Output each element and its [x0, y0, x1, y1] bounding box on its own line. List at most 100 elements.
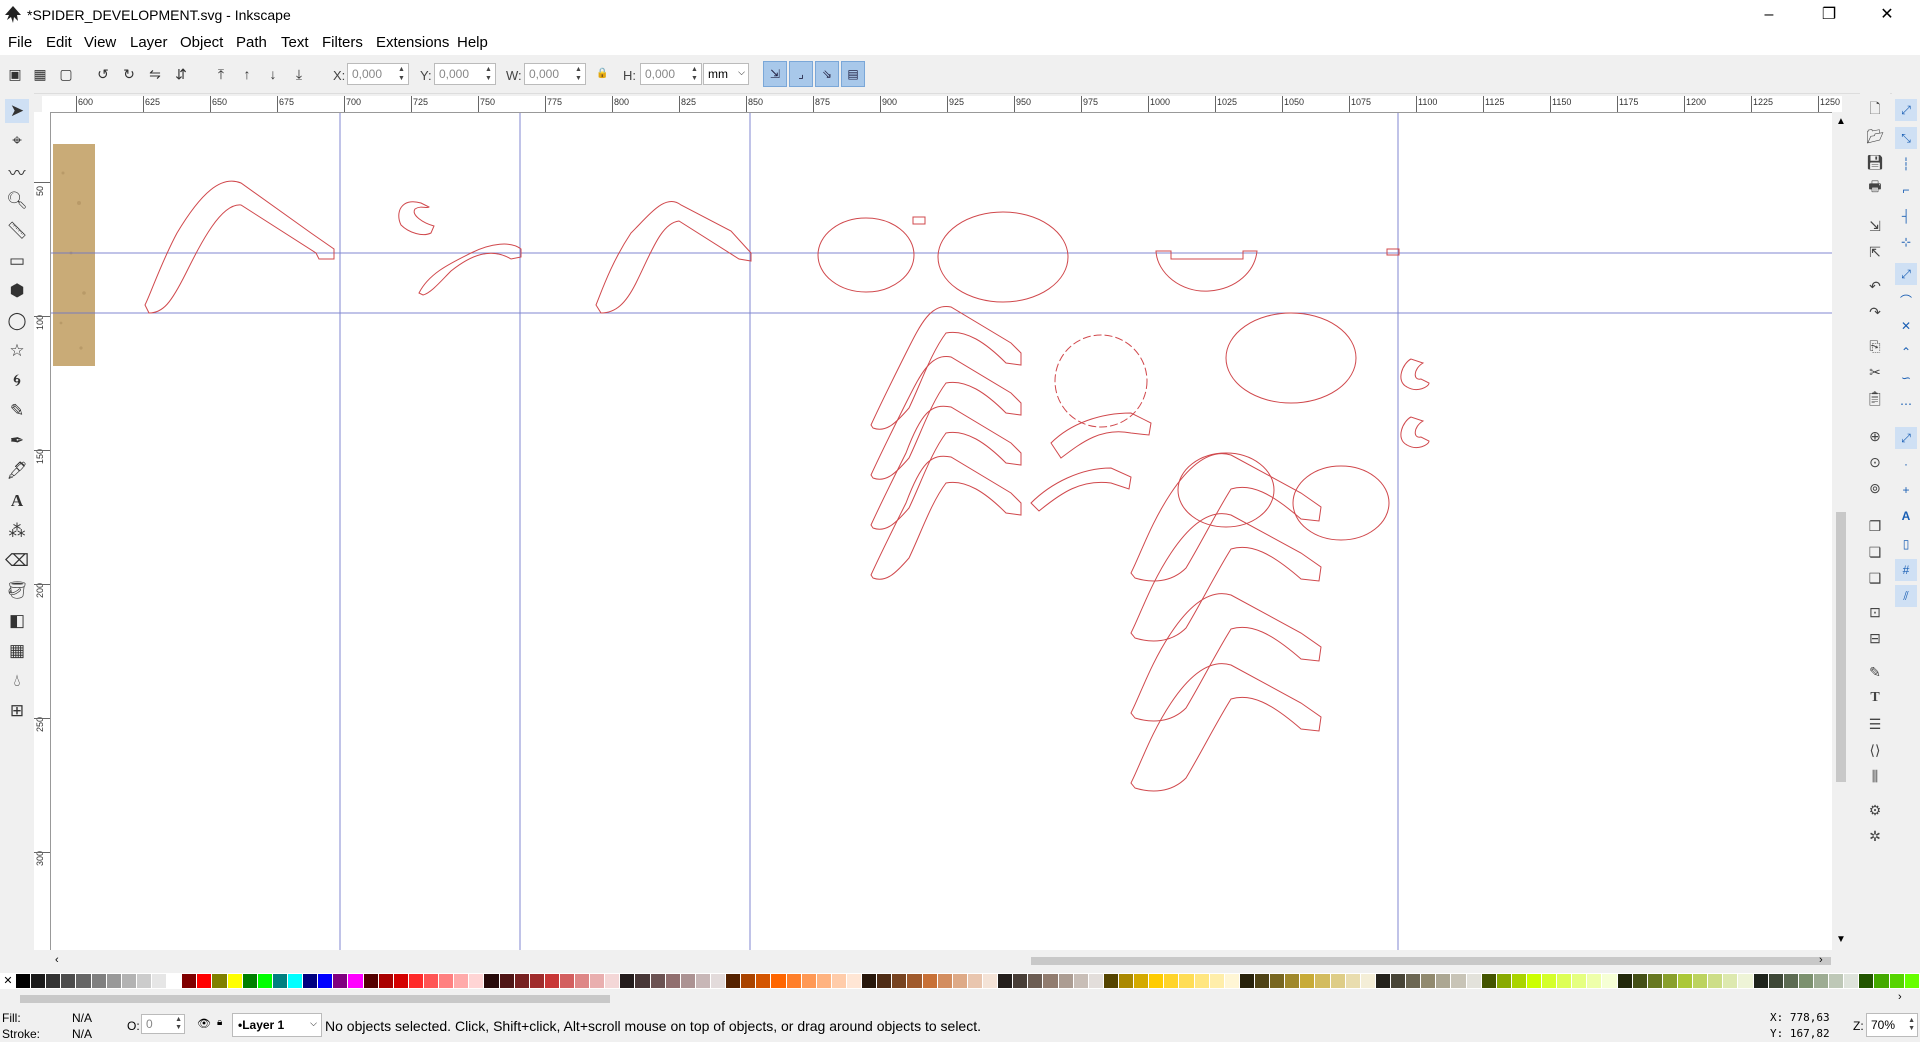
menu-extensions[interactable]: Extensions [376, 34, 449, 51]
color-swatch[interactable] [922, 974, 938, 988]
color-swatch[interactable] [1194, 974, 1210, 988]
color-swatch[interactable] [1587, 974, 1603, 988]
snap-intersection-icon[interactable]: ✕ [1895, 315, 1917, 337]
color-swatch[interactable] [680, 974, 696, 988]
snap-bbox-edge-icon[interactable]: ┆ [1895, 153, 1917, 175]
unit-select[interactable]: mm ⌵ [703, 63, 749, 85]
color-swatch[interactable] [1390, 974, 1407, 988]
color-swatch[interactable] [877, 974, 893, 988]
color-swatch[interactable] [1904, 974, 1920, 988]
drawing-canvas[interactable] [51, 113, 1832, 950]
snap-rotation-center-icon[interactable]: + [1895, 479, 1917, 501]
color-swatch[interactable] [1526, 974, 1543, 988]
color-swatch[interactable] [726, 974, 742, 988]
dropper-tool-icon[interactable]: 💧︎ [5, 669, 29, 693]
color-swatch[interactable] [514, 974, 530, 988]
raise-to-top-icon[interactable]: ⤒ [210, 63, 232, 85]
eraser-tool-icon[interactable]: ⌫ [5, 549, 29, 573]
scale-stroke-button[interactable]: ⇲ [763, 61, 787, 87]
color-swatch[interactable] [1254, 974, 1271, 988]
horizontal-ruler[interactable]: 600 625 650 675 700 725 750 775 800 825 850 875 900 9… [42, 96, 1842, 113]
palette-scroll-thumb[interactable] [20, 995, 610, 1003]
spin-arrows-icon[interactable]: ▲ ▼ [175, 1016, 182, 1032]
color-swatch[interactable] [1421, 974, 1437, 988]
selector-tool-icon[interactable]: ➤ [5, 99, 29, 123]
color-swatch[interactable] [303, 974, 319, 988]
snap-bbox-icon[interactable]: ⤡ [1895, 127, 1917, 149]
color-swatch[interactable] [1300, 974, 1316, 988]
snap-midpoint-icon[interactable]: ⋯ [1895, 393, 1917, 415]
h-field[interactable]: 0,000 ▲ ▼ [640, 63, 702, 85]
color-swatch[interactable] [983, 974, 999, 988]
color-swatch[interactable] [1013, 974, 1029, 988]
color-swatch[interactable] [1844, 974, 1860, 988]
document-properties-icon[interactable]: ⚙ [1864, 799, 1886, 821]
color-swatch[interactable] [665, 974, 681, 988]
color-swatch[interactable] [182, 974, 198, 988]
spiral-tool-icon[interactable]: 🌀︎ [5, 369, 29, 393]
flip-vertical-icon[interactable]: ⇵ [170, 63, 192, 85]
xml-editor-icon[interactable]: ⟨⟩ [1864, 739, 1886, 761]
color-swatch[interactable] [408, 974, 424, 988]
color-swatch[interactable] [1330, 974, 1346, 988]
color-swatch[interactable] [121, 974, 137, 988]
color-swatch[interactable] [937, 974, 953, 988]
color-swatch[interactable] [378, 974, 394, 988]
color-swatch[interactable] [423, 974, 440, 988]
color-swatch[interactable] [1602, 974, 1618, 988]
x-field[interactable]: 0,000 ▲ ▼ [347, 63, 409, 85]
color-swatch[interactable] [1783, 974, 1799, 988]
color-swatch[interactable] [1874, 974, 1890, 988]
fill-value[interactable]: N/A [72, 1011, 92, 1025]
color-swatch[interactable] [1511, 974, 1527, 988]
color-swatch[interactable] [1149, 974, 1165, 988]
color-swatch[interactable] [1436, 974, 1452, 988]
preferences-icon[interactable]: ✲ [1864, 825, 1886, 847]
color-swatch[interactable] [1118, 974, 1135, 988]
color-swatch[interactable] [952, 974, 968, 988]
color-swatch[interactable] [1829, 974, 1845, 988]
color-swatch[interactable] [892, 974, 908, 988]
spin-arrows-icon[interactable]: ▲ ▼ [485, 65, 494, 83]
layer-select[interactable]: •Layer 1 ⌵ [232, 1013, 322, 1037]
tweak-tool-icon[interactable]: 〰 [5, 159, 29, 183]
color-swatch[interactable] [1209, 974, 1225, 988]
snap-others-icon[interactable]: ⤢ [1895, 427, 1917, 449]
color-swatch[interactable] [1662, 974, 1679, 988]
open-icon[interactable]: 📂︎ [1864, 125, 1886, 147]
color-swatch[interactable] [1270, 974, 1286, 988]
snap-cusp-icon[interactable]: ⌃ [1895, 341, 1917, 363]
color-swatch[interactable] [967, 974, 983, 988]
color-swatch[interactable] [635, 974, 651, 988]
color-swatch[interactable] [1496, 974, 1512, 988]
zoom-drawing-icon[interactable]: ⊙ [1864, 451, 1886, 473]
color-swatch[interactable] [1632, 974, 1648, 988]
align-distribute-icon[interactable]: ⫼ [1864, 765, 1886, 787]
zoom-field[interactable]: 70% ▲ ▼ [1866, 1013, 1918, 1037]
snap-guide-icon[interactable]: ⫽ [1895, 585, 1917, 607]
menu-text[interactable]: Text [281, 34, 309, 51]
pencil-tool-icon[interactable]: ✎ [5, 399, 29, 423]
color-swatch[interactable] [227, 974, 243, 988]
copy-icon[interactable]: ⎘ [1864, 335, 1886, 357]
redo-icon[interactable]: ↷ [1864, 301, 1886, 323]
spin-arrows-icon[interactable]: ▲ ▼ [398, 65, 407, 83]
color-swatch[interactable] [1239, 974, 1255, 988]
color-swatch[interactable] [1466, 974, 1482, 988]
flip-horizontal-icon[interactable]: ⇋ [144, 63, 166, 85]
drawing-svg[interactable] [51, 113, 1832, 950]
color-swatch[interactable] [61, 974, 77, 988]
fill-stroke-icon[interactable]: ✎ [1864, 661, 1886, 683]
color-swatch[interactable] [544, 974, 560, 988]
color-swatch[interactable] [1285, 974, 1301, 988]
color-swatch[interactable] [1798, 974, 1815, 988]
color-swatch[interactable] [998, 974, 1014, 988]
color-swatch[interactable] [1768, 974, 1784, 988]
color-swatch[interactable] [1406, 974, 1422, 988]
color-swatch[interactable] [590, 974, 606, 988]
vertical-ruler[interactable]: 50 100 150 200 250 300 [34, 112, 51, 950]
ellipse-tool-icon[interactable]: ◯ [5, 309, 29, 333]
color-swatch[interactable] [1345, 974, 1361, 988]
horizontal-scrollbar[interactable]: ‹ › [51, 952, 1832, 970]
color-swatch[interactable] [1088, 974, 1104, 988]
